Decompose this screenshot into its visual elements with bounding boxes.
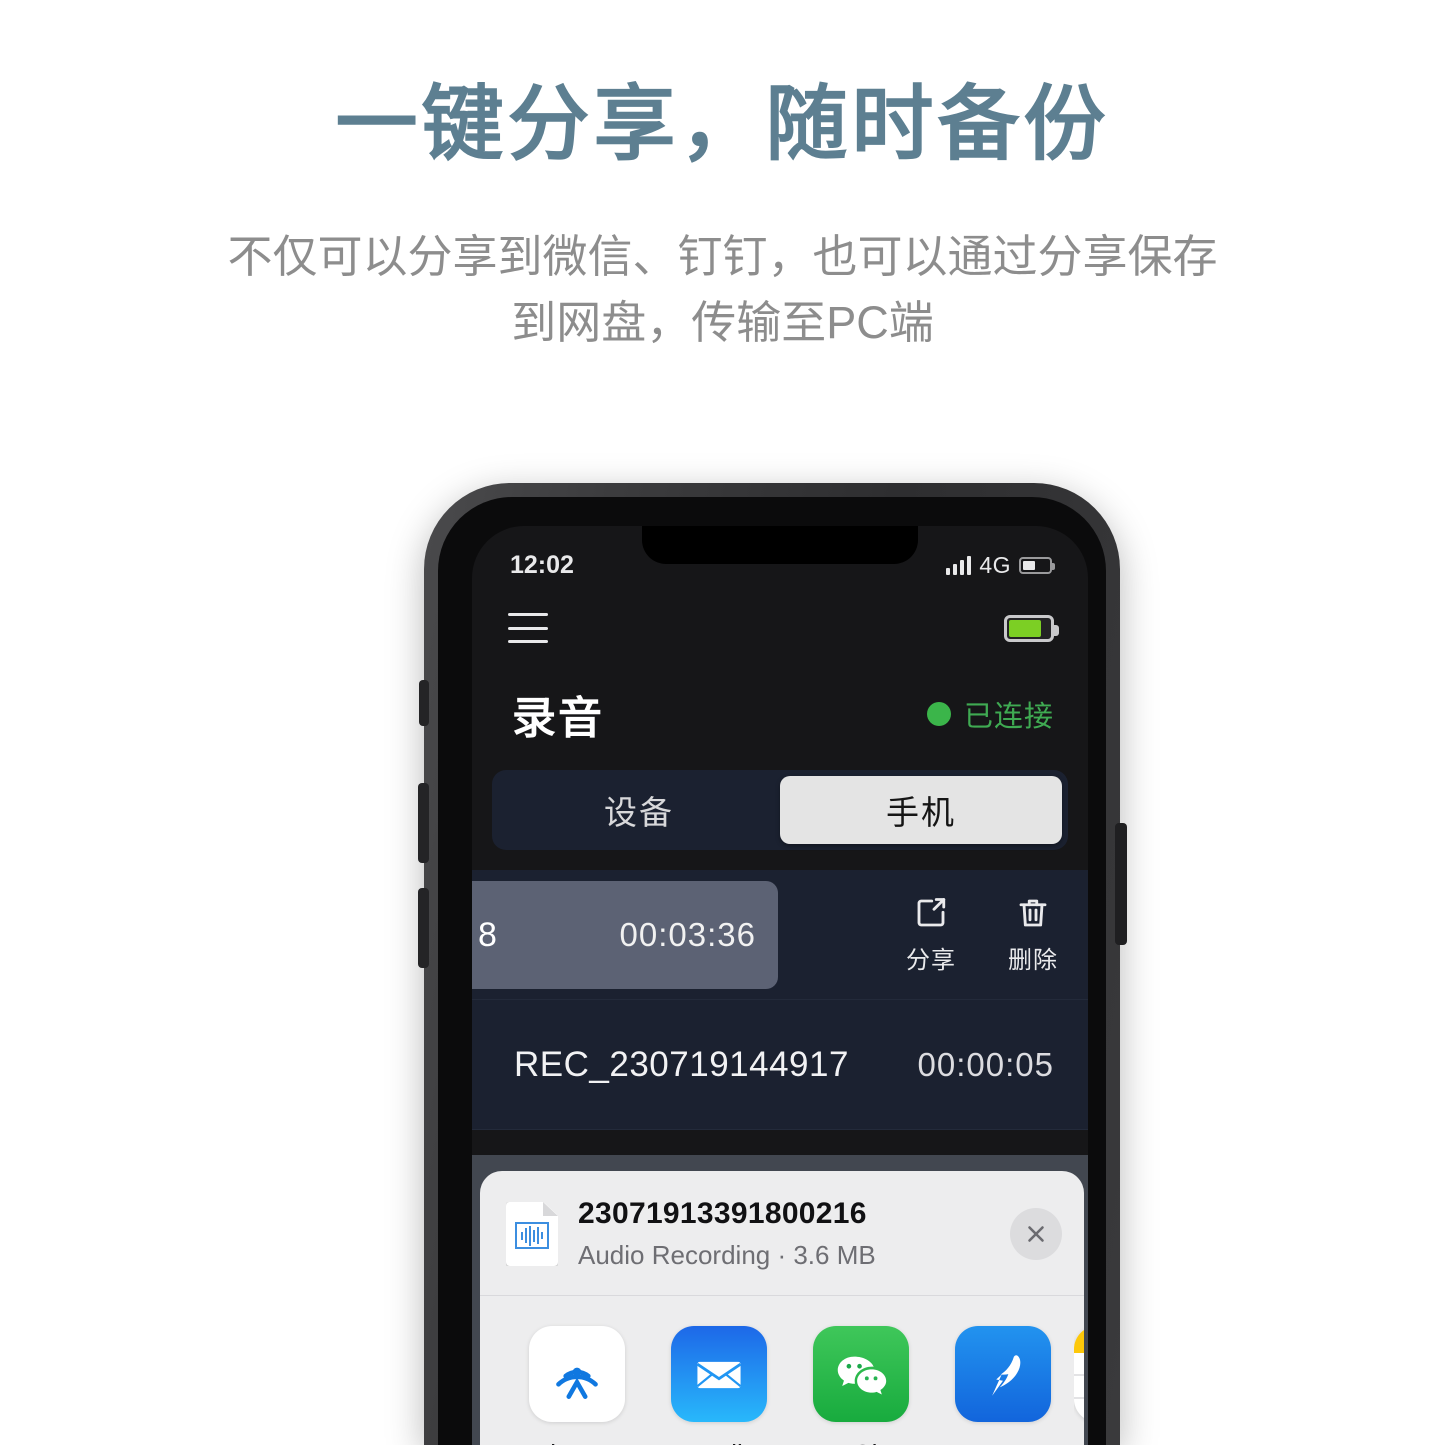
delete-label: 删除 [1008,946,1058,974]
notch [642,526,918,564]
promo-section: 一键分享，随时备份 不仅可以分享到微信、钉钉，也可以通过分享保存 到网盘，传输至… [0,0,1445,355]
table-row[interactable]: REC_230719144917 00:00:05 [472,1000,1088,1130]
trash-icon [1019,899,1047,926]
phone-frame: 12:02 4G 录音 已连接 设备 手机 8 00:03:36 分享 删除 R… [418,483,1127,1445]
recording-duration: 00:03:36 [619,916,756,953]
wechat-icon [813,1326,909,1422]
share-sheet: 23071913391800216 Audio Recording · 3.6 … [480,1171,1084,1445]
share-label: 分享 [906,946,956,974]
phone-bezel: 12:02 4G 录音 已连接 设备 手机 8 00:03:36 分享 删除 R… [438,497,1106,1445]
recording-name: REC_230719144917 [514,1044,849,1084]
share-target-label: 钉钉 [977,1439,1029,1445]
mail-icon [671,1326,767,1422]
app-header: 录音 已连接 [472,678,1088,750]
network-type-label: 4G [979,551,1011,578]
hamburger-menu-icon[interactable] [508,613,548,643]
volume-up-button[interactable] [418,783,429,863]
notes-icon [1074,1326,1084,1422]
share-sheet-header: 23071913391800216 Audio Recording · 3.6 … [480,1171,1084,1295]
phone-mockup: 12:02 4G 录音 已连接 设备 手机 8 00:03:36 分享 删除 R… [0,483,1445,1445]
page-subtitle: 不仅可以分享到微信、钉钉，也可以通过分享保存 到网盘，传输至PC端 [0,224,1445,355]
close-button[interactable] [1010,1208,1062,1260]
signal-bars-icon [946,555,972,575]
recording-name: 8 [478,915,497,954]
battery-full-icon [1004,614,1059,642]
airdrop-icon [529,1326,625,1422]
audio-file-icon [506,1202,558,1266]
share-target-label: AirDrop [533,1439,621,1445]
silent-switch-button[interactable] [419,680,429,726]
swipe-actions: 分享 删除 [906,870,1082,999]
page-title: 一键分享，随时备份 [335,79,1110,170]
share-target-notes[interactable] [1074,1326,1084,1439]
tab-device[interactable]: 设备 [498,776,780,844]
dingtalk-icon [955,1326,1051,1422]
tab-phone[interactable]: 手机 [780,776,1062,844]
share-target-wechat[interactable]: WeChat [790,1326,932,1445]
connection-status-label: 已连接 [963,701,1054,733]
battery-icon [1019,556,1055,574]
subtitle-line-1: 不仅可以分享到微信、钉钉，也可以通过分享保存 [227,231,1218,283]
share-targets-row: AirDrop Mail [480,1296,1084,1445]
recording-item-swiped[interactable]: 8 00:03:36 [472,881,778,989]
table-row[interactable]: 8 00:03:36 分享 删除 [472,870,1088,1000]
share-target-label: WeChat [814,1439,907,1445]
app-title: 录音 [512,694,604,743]
share-target-dingtalk[interactable]: 钉钉 [932,1326,1074,1445]
shared-file-name: 23071913391800216 [578,1197,867,1230]
volume-down-button[interactable] [418,888,429,968]
share-icon [917,897,946,926]
share-target-airdrop[interactable]: AirDrop [506,1326,648,1445]
share-target-mail[interactable]: Mail [648,1326,790,1445]
app-bar [472,588,1088,668]
recordings-list: 8 00:03:36 分享 删除 REC_230719144917 00:00:… [472,870,1088,1130]
share-target-label: Mail [695,1439,743,1445]
status-bar-time: 12:02 [510,550,574,579]
power-button[interactable] [1115,823,1127,945]
share-button[interactable]: 分享 [906,895,956,975]
recording-duration: 00:00:05 [917,1045,1054,1083]
close-icon [1028,1226,1044,1242]
delete-button[interactable]: 删除 [1008,895,1058,975]
subtitle-line-2: 到网盘，传输至PC端 [511,296,934,348]
source-segmented-control[interactable]: 设备 手机 [492,770,1068,850]
connection-status: 已连接 [926,693,1054,735]
phone-screen: 12:02 4G 录音 已连接 设备 手机 8 00:03:36 分享 删除 R… [472,526,1088,1445]
shared-file-meta: Audio Recording · 3.6 MB [578,1240,876,1270]
status-dot-icon [926,702,951,726]
